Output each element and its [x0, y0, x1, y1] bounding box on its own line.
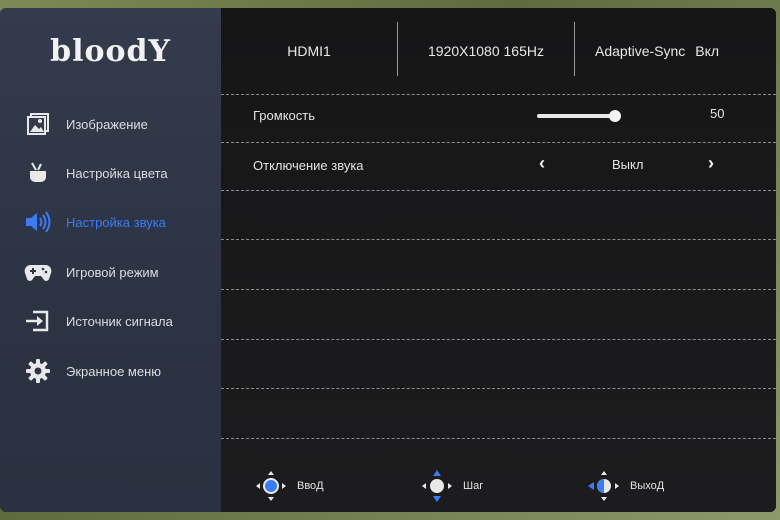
sidebar-item-game-mode[interactable]: Игровой режим — [0, 251, 221, 293]
osd-window: bloodY Изображение Настройка цвета Настр… — [0, 8, 776, 512]
adaptive-sync-value: Вкл — [695, 43, 720, 59]
row-divider — [221, 289, 776, 290]
volume-value: 50 — [710, 106, 725, 121]
gear-icon — [24, 357, 52, 385]
row-divider — [221, 142, 776, 143]
gamepad-icon — [24, 258, 52, 286]
mute-label: Отключение звука — [253, 158, 364, 173]
volume-slider[interactable] — [537, 108, 697, 124]
sidebar-item-color[interactable]: Настройка цвета — [0, 152, 221, 194]
footer-exit: ВыхоД — [588, 470, 664, 502]
sidebar-item-sound[interactable]: Настройка звука — [0, 201, 221, 243]
sidebar-item-label: Источник сигнала — [66, 313, 173, 329]
row-divider — [221, 190, 776, 191]
row-divider — [221, 94, 776, 95]
color-icon — [24, 159, 52, 187]
speaker-icon — [24, 208, 52, 236]
header-resolution: 1920X1080 165Hz — [428, 43, 544, 59]
header-adaptive-sync: Adaptive-Sync Вкл — [575, 8, 776, 94]
chevron-right-icon[interactable]: › — [708, 153, 714, 174]
sidebar-item-osd-menu[interactable]: Экранное меню — [0, 350, 221, 392]
footer-enter: ВвоД — [255, 470, 324, 502]
chevron-left-icon[interactable]: ‹ — [539, 153, 545, 174]
footer-step-label: Шаг — [463, 480, 484, 492]
sidebar: bloodY Изображение Настройка цвета Настр… — [0, 8, 221, 512]
row-divider — [221, 239, 776, 240]
sidebar-item-label: Настройка цвета — [66, 165, 168, 181]
row-divider — [221, 388, 776, 389]
main-panel: HDMI1 1920X1080 165Hz Adaptive-Sync Вкл … — [221, 8, 776, 512]
sidebar-item-input-source[interactable]: Источник сигнала — [0, 300, 221, 342]
header-input: HDMI1 — [287, 43, 331, 59]
footer-exit-label: ВыхоД — [630, 480, 665, 492]
volume-label: Громкость — [253, 108, 315, 123]
joystick-updown-icon — [422, 470, 452, 502]
row-divider — [221, 339, 776, 340]
input-source-icon — [24, 307, 52, 335]
sidebar-item-label: Настройка звука — [66, 214, 166, 230]
brand-logo: bloodY — [50, 33, 171, 69]
sidebar-item-label: Изображение — [66, 116, 148, 132]
joystick-press-icon — [256, 471, 286, 501]
sidebar-item-label: Экранное меню — [66, 363, 162, 379]
volume-slider-knob[interactable] — [609, 110, 621, 122]
footer-enter-label: ВвоД — [297, 480, 324, 492]
image-icon — [24, 110, 52, 138]
volume-slider-track — [537, 114, 619, 118]
joystick-left-icon — [588, 471, 619, 501]
mute-value: Выкл — [612, 157, 644, 172]
adaptive-sync-label: Adaptive-Sync — [595, 43, 686, 59]
sidebar-item-label: Игровой режим — [66, 264, 159, 280]
footer-step: Шаг — [421, 470, 483, 502]
sidebar-item-image[interactable]: Изображение — [0, 103, 221, 145]
row-divider — [221, 438, 776, 439]
